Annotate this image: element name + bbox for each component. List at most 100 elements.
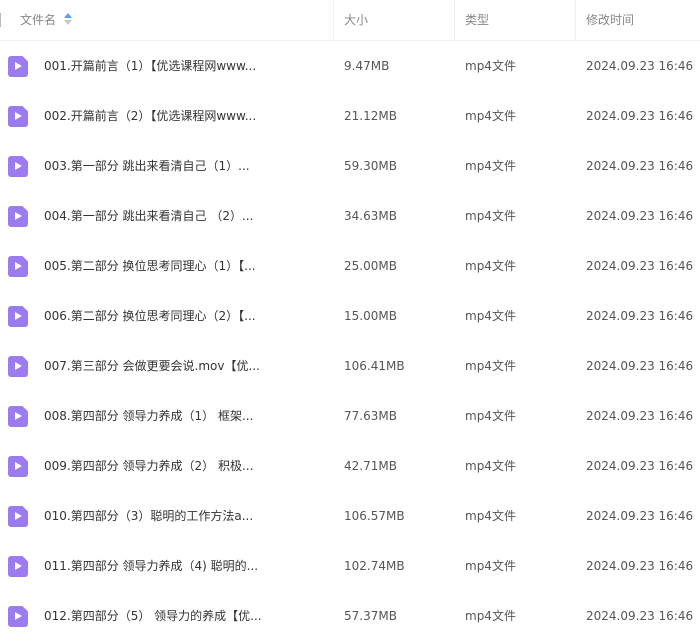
sort-ascending-icon[interactable]: [64, 13, 73, 25]
column-header-type[interactable]: 类型: [465, 0, 565, 40]
column-header-size[interactable]: 大小: [344, 0, 444, 40]
column-divider[interactable]: [333, 0, 334, 40]
file-name[interactable]: 005.第二部分 换位思考同理心（1）【...: [44, 241, 324, 291]
column-divider[interactable]: [454, 0, 455, 40]
video-file-icon: [8, 456, 28, 477]
file-type: mp4文件: [465, 509, 516, 523]
file-modified: 2024.09.23 16:46: [586, 459, 694, 473]
file-name[interactable]: 002.开篇前言（2）【优选课程网www...: [44, 91, 324, 141]
video-file-icon: [8, 256, 28, 277]
file-size: 15.00MB: [344, 309, 397, 323]
column-header-modified-label: 修改时间: [586, 13, 635, 27]
play-icon: [15, 362, 22, 370]
video-file-icon: [8, 556, 28, 577]
file-modified: 2024.09.23 16:46: [586, 309, 694, 323]
file-size: 106.41MB: [344, 359, 405, 373]
file-type: mp4文件: [465, 259, 516, 273]
file-modified: 2024.09.23 16:46: [586, 359, 694, 373]
play-icon: [15, 512, 22, 520]
file-modified: 2024.09.23 16:46: [586, 409, 694, 423]
video-file-icon: [8, 306, 28, 327]
video-file-icon: [8, 406, 28, 427]
play-icon: [15, 162, 22, 170]
file-row[interactable]: 005.第二部分 换位思考同理心（1）【... 25.00MB mp4文件 20…: [0, 241, 700, 291]
file-row[interactable]: 007.第三部分 会做更要会说.mov【优... 106.41MB mp4文件 …: [0, 341, 700, 391]
file-name[interactable]: 003.第一部分 跳出来看清自己（1）...: [44, 141, 324, 191]
file-type: mp4文件: [465, 359, 516, 373]
file-size: 42.71MB: [344, 459, 397, 473]
file-modified: 2024.09.23 16:46: [586, 559, 694, 573]
file-type: mp4文件: [465, 559, 516, 573]
video-file-icon: [8, 56, 28, 77]
video-file-icon: [8, 106, 28, 127]
file-type: mp4文件: [465, 309, 516, 323]
file-name[interactable]: 012.第四部分（5） 领导力的养成【优...: [44, 591, 324, 641]
column-header-type-label: 类型: [465, 13, 490, 27]
file-name[interactable]: 006.第二部分 换位思考同理心（2）【...: [44, 291, 324, 341]
play-icon: [15, 112, 22, 120]
sort-down-arrow: [64, 20, 73, 25]
file-size: 25.00MB: [344, 259, 397, 273]
file-size: 106.57MB: [344, 509, 405, 523]
play-icon: [15, 412, 22, 420]
file-size: 21.12MB: [344, 109, 397, 123]
file-size: 9.47MB: [344, 59, 390, 73]
play-icon: [15, 312, 22, 320]
header-left-divider: [0, 13, 1, 27]
file-name[interactable]: 004.第一部分 跳出来看清自己 （2）...: [44, 191, 324, 241]
column-divider[interactable]: [575, 0, 576, 40]
file-list-header: 文件名 大小 类型 修改时间: [0, 0, 700, 41]
file-type: mp4文件: [465, 459, 516, 473]
file-row[interactable]: 011.第四部分 领导力养成（4) 聪明的... 102.74MB mp4文件 …: [0, 541, 700, 591]
file-row[interactable]: 009.第四部分 领导力养成（2） 积极... 42.71MB mp4文件 20…: [0, 441, 700, 491]
file-size: 77.63MB: [344, 409, 397, 423]
file-type: mp4文件: [465, 59, 516, 73]
play-icon: [15, 262, 22, 270]
file-modified: 2024.09.23 16:46: [586, 609, 694, 623]
file-modified: 2024.09.23 16:46: [586, 159, 694, 173]
file-type: mp4文件: [465, 209, 516, 223]
file-row[interactable]: 012.第四部分（5） 领导力的养成【优... 57.37MB mp4文件 20…: [0, 591, 700, 641]
video-file-icon: [8, 156, 28, 177]
play-icon: [15, 462, 22, 470]
file-name[interactable]: 007.第三部分 会做更要会说.mov【优...: [44, 341, 324, 391]
sort-up-arrow: [64, 13, 73, 18]
file-row[interactable]: 002.开篇前言（2）【优选课程网www... 21.12MB mp4文件 20…: [0, 91, 700, 141]
video-file-icon: [8, 606, 28, 627]
file-row[interactable]: 003.第一部分 跳出来看清自己（1）... 59.30MB mp4文件 202…: [0, 141, 700, 191]
file-size: 34.63MB: [344, 209, 397, 223]
video-file-icon: [8, 506, 28, 527]
file-type: mp4文件: [465, 109, 516, 123]
file-name[interactable]: 010.第四部分（3）聪明的工作方法a...: [44, 491, 324, 541]
file-row[interactable]: 008.第四部分 领导力养成（1） 框架... 77.63MB mp4文件 20…: [0, 391, 700, 441]
file-name[interactable]: 011.第四部分 领导力养成（4) 聪明的...: [44, 541, 324, 591]
file-size: 102.74MB: [344, 559, 405, 573]
file-type: mp4文件: [465, 409, 516, 423]
file-size: 59.30MB: [344, 159, 397, 173]
play-icon: [15, 612, 22, 620]
file-name[interactable]: 001.开篇前言（1）【优选课程网www...: [44, 41, 324, 91]
column-header-name-label: 文件名: [20, 13, 57, 27]
file-row[interactable]: 010.第四部分（3）聪明的工作方法a... 106.57MB mp4文件 20…: [0, 491, 700, 541]
file-modified: 2024.09.23 16:46: [586, 259, 694, 273]
file-row[interactable]: 001.开篇前言（1）【优选课程网www... 9.47MB mp4文件 202…: [0, 41, 700, 91]
column-header-modified[interactable]: 修改时间: [586, 0, 696, 40]
file-list: 001.开篇前言（1）【优选课程网www... 9.47MB mp4文件 202…: [0, 41, 700, 641]
file-type: mp4文件: [465, 609, 516, 623]
file-modified: 2024.09.23 16:46: [586, 109, 694, 123]
file-name[interactable]: 008.第四部分 领导力养成（1） 框架...: [44, 391, 324, 441]
file-row[interactable]: 006.第二部分 换位思考同理心（2）【... 15.00MB mp4文件 20…: [0, 291, 700, 341]
file-row[interactable]: 004.第一部分 跳出来看清自己 （2）... 34.63MB mp4文件 20…: [0, 191, 700, 241]
column-header-name[interactable]: 文件名: [20, 0, 320, 40]
play-icon: [15, 212, 22, 220]
video-file-icon: [8, 206, 28, 227]
play-icon: [15, 62, 22, 70]
video-file-icon: [8, 356, 28, 377]
play-icon: [15, 562, 22, 570]
file-type: mp4文件: [465, 159, 516, 173]
file-modified: 2024.09.23 16:46: [586, 59, 694, 73]
column-header-size-label: 大小: [344, 13, 369, 27]
file-modified: 2024.09.23 16:46: [586, 509, 694, 523]
file-modified: 2024.09.23 16:46: [586, 209, 694, 223]
file-name[interactable]: 009.第四部分 领导力养成（2） 积极...: [44, 441, 324, 491]
